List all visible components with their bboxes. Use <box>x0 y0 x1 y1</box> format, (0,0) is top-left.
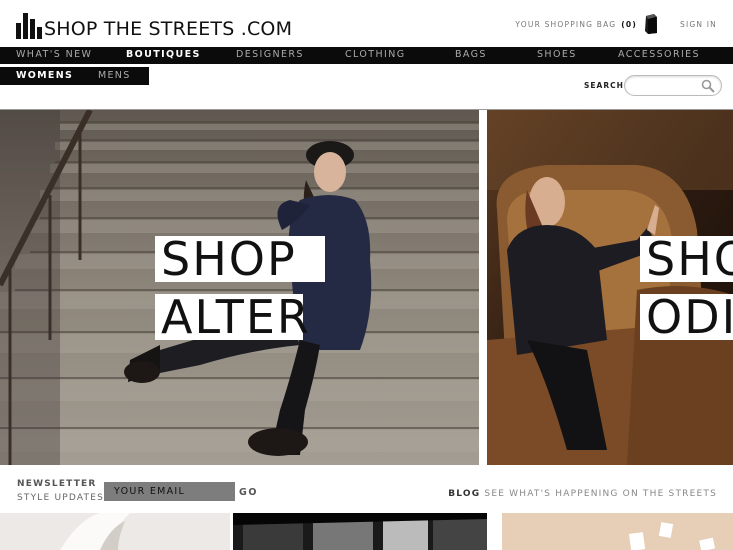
search-input[interactable] <box>633 79 701 92</box>
hero-carousel: SHOP ALTER SH ODI <box>0 109 733 465</box>
main-nav: WHAT'S NEW BOUTIQUES DESIGNERS CLOTHING … <box>0 47 733 64</box>
tab-mens[interactable]: MENS <box>98 70 131 81</box>
logo-bars-icon <box>16 13 42 39</box>
promo-image-1 <box>0 513 230 550</box>
promo-tile-1[interactable] <box>0 513 230 550</box>
hero-image-odi <box>487 110 733 465</box>
nav-item-accessories[interactable]: ACCESSORIES <box>618 49 700 60</box>
newsletter-title: NEWSLETTER <box>17 479 97 489</box>
search-label: SEARCH <box>584 81 624 90</box>
nav-item-bags[interactable]: BAGS <box>455 49 487 60</box>
hero-image-alter <box>0 110 479 465</box>
promo-image-3 <box>502 513 733 550</box>
gender-nav: WOMENS MENS <box>0 67 149 85</box>
site-logo[interactable]: SHOP THE STREETS .COM <box>16 11 292 39</box>
hero-slide-alter[interactable]: SHOP ALTER <box>0 110 479 465</box>
nav-item-boutiques[interactable]: BOUTIQUES <box>126 49 201 60</box>
sign-in-link[interactable]: SIGN IN <box>680 20 717 29</box>
newsletter-email-input[interactable] <box>104 482 235 501</box>
blog-text: SEE WHAT'S HAPPENING ON THE STREETS <box>484 489 717 499</box>
hero-banner-right-line2[interactable]: ODI <box>640 294 733 340</box>
search-box <box>624 75 722 96</box>
promo-image-2 <box>233 513 487 550</box>
newsletter-label: NEWSLETTER STYLE UPDATES <box>17 477 104 505</box>
tab-womens[interactable]: WOMENS <box>16 70 73 81</box>
nav-item-shoes[interactable]: SHOES <box>537 49 577 60</box>
nav-item-whats-new[interactable]: WHAT'S NEW <box>16 49 92 60</box>
newsletter-subtitle: STYLE UPDATES <box>17 493 105 503</box>
blog-link[interactable]: BLOG SEE WHAT'S HAPPENING ON THE STREETS <box>448 489 717 499</box>
hero-banner-right-line1[interactable]: SHO <box>640 236 733 282</box>
shopping-bag-label[interactable]: YOUR SHOPPING BAG <box>515 20 616 29</box>
shopping-bag-icon[interactable] <box>644 14 658 34</box>
blog-label: BLOG <box>448 489 481 499</box>
header-utilities: YOUR SHOPPING BAG (0) SIGN IN <box>515 14 717 34</box>
hero-banner-line2[interactable]: ALTER <box>155 294 309 340</box>
promo-tile-3[interactable] <box>502 513 733 550</box>
bag-count[interactable]: (0) <box>621 20 637 29</box>
promo-tile-2[interactable] <box>233 513 487 550</box>
logo-text: SHOP THE STREETS .COM <box>44 18 293 40</box>
hero-banner-line1[interactable]: SHOP <box>155 236 325 282</box>
newsletter-go-button[interactable]: GO <box>239 487 258 498</box>
nav-item-clothing[interactable]: CLOTHING <box>345 49 405 60</box>
nav-item-designers[interactable]: DESIGNERS <box>236 49 304 60</box>
search-icon[interactable] <box>701 79 715 93</box>
hero-slide-odi[interactable]: SHO ODI <box>487 110 733 465</box>
